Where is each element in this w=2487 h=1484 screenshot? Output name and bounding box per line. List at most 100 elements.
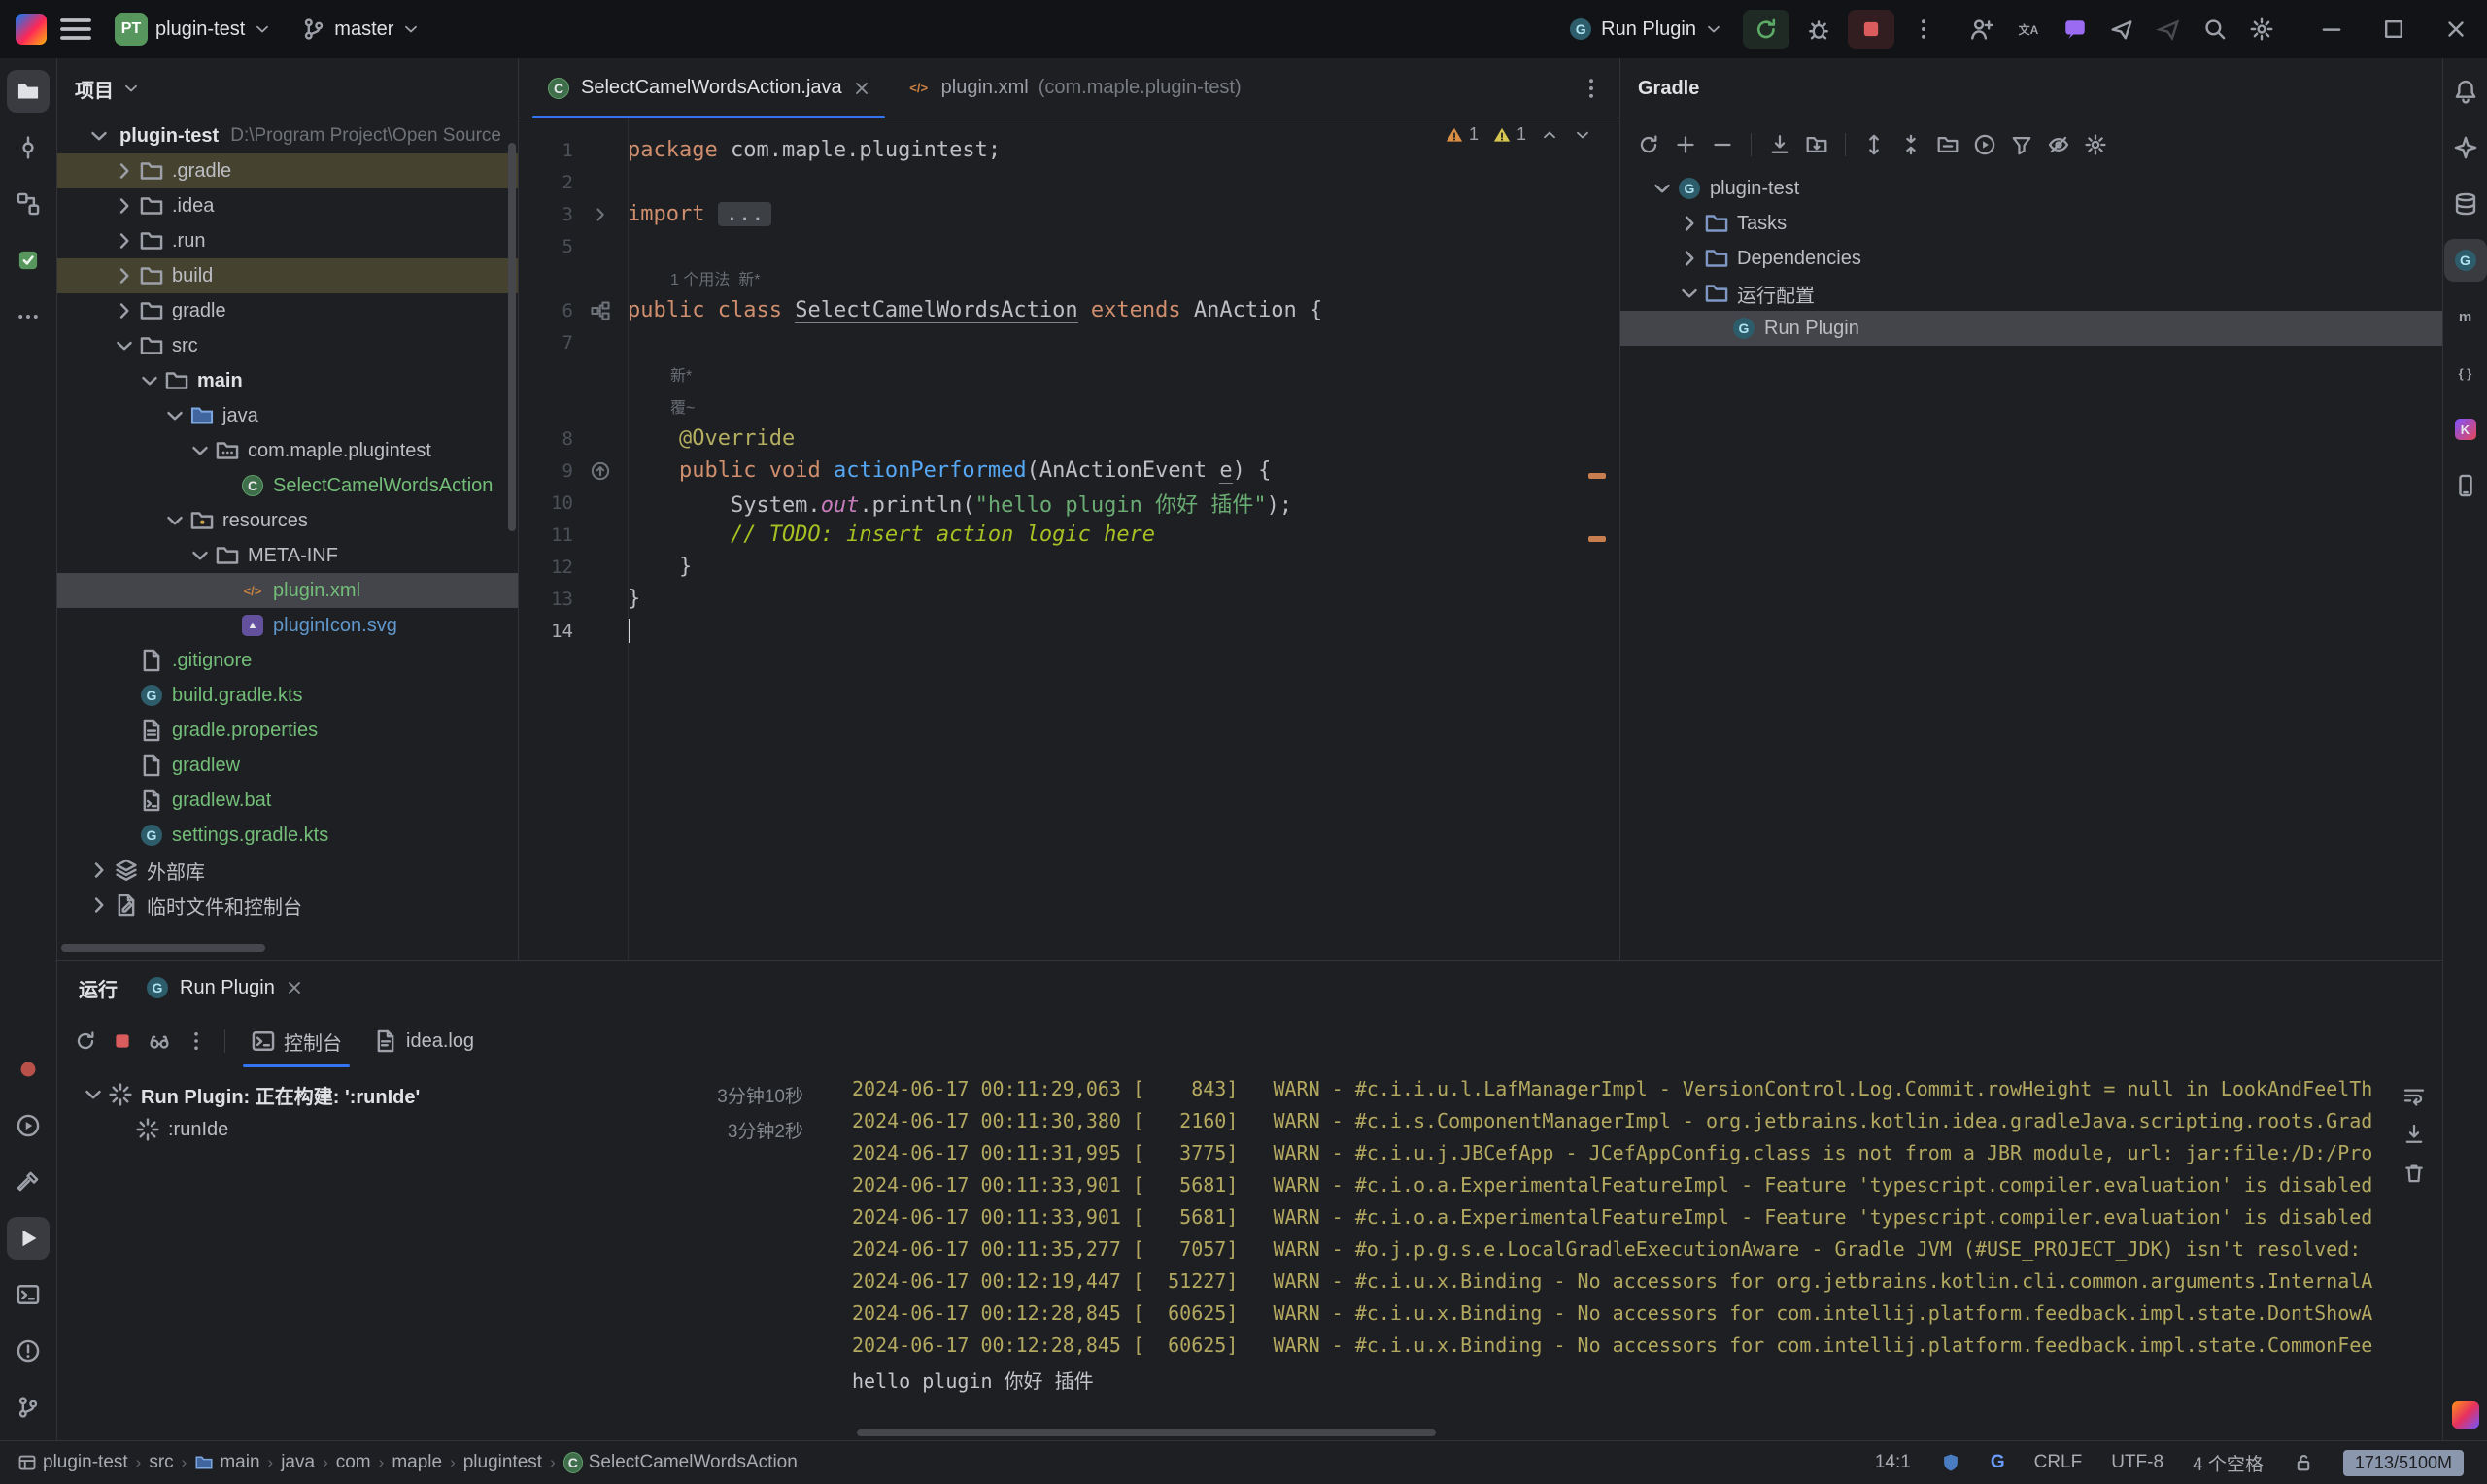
gradle-settings-button[interactable] — [2079, 128, 2112, 161]
analysis-mark[interactable] — [1588, 536, 1606, 542]
toolwindow-database-button[interactable] — [2444, 183, 2487, 225]
code-line-9[interactable]: 9 public void actionPerformed(AnActionEv… — [519, 455, 1619, 487]
gradle-item-plugin-test[interactable]: Gplugin-test — [1620, 171, 2442, 206]
toolwindow-gradle-button[interactable]: G — [2444, 239, 2487, 282]
caret-position[interactable]: 14:1 — [1875, 1452, 1911, 1473]
breadcrumb-selectcamelwordsaction[interactable]: CSelectCamelWordsAction — [563, 1452, 798, 1473]
branch-selector[interactable]: master — [291, 11, 430, 48]
project-item-gradlew[interactable]: gradlew — [57, 748, 518, 783]
toolwindow-commit-button[interactable] — [7, 126, 50, 169]
project-item-build-gradle-kts[interactable]: Gbuild.gradle.kts — [57, 678, 518, 713]
code-line-2[interactable]: 2 — [519, 166, 1619, 198]
main-menu-icon[interactable] — [56, 10, 95, 49]
toolwindow-device-manager-button[interactable] — [2444, 464, 2487, 507]
code-line-8[interactable]: 8 @Override — [519, 422, 1619, 455]
gradle-run-task-button[interactable] — [1968, 128, 2001, 161]
editor-tab-selectcamelwordsaction-java[interactable]: CSelectCamelWordsAction.java — [528, 58, 889, 118]
more-run-actions-button[interactable] — [1904, 10, 1943, 49]
run-button[interactable] — [1743, 10, 1789, 49]
project-item-pluginicon-svg[interactable]: ▲pluginIcon.svg — [57, 608, 518, 643]
breadcrumb-com[interactable]: com — [336, 1452, 371, 1473]
project-item-meta-inf[interactable]: META-INF — [57, 538, 518, 573]
code-line-10[interactable]: 10 System.out.println("hello plugin 你好 插… — [519, 487, 1619, 519]
gradle-filter-button[interactable] — [2005, 128, 2038, 161]
project-item-gradle[interactable]: gradle — [57, 293, 518, 328]
close-button[interactable] — [2425, 0, 2487, 58]
breadcrumb-plugintest[interactable]: plugintest — [463, 1452, 542, 1473]
project-item-resources[interactable]: resources — [57, 503, 518, 538]
code-line-12[interactable]: 12 } — [519, 551, 1619, 583]
project-vertical-scrollbar[interactable] — [508, 143, 516, 531]
status-shield-icon[interactable] — [1940, 1452, 1961, 1473]
gradle-expand-all-button[interactable] — [1857, 128, 1891, 161]
run-item-run-plugin-runide[interactable]: Run Plugin: 正在构建: ':runIde'3分钟10秒 — [57, 1077, 846, 1112]
project-selector[interactable]: PT plugin-test — [105, 7, 282, 51]
gradle-group-modules-button[interactable] — [1931, 128, 1964, 161]
gradle-sync-button[interactable] — [1632, 128, 1665, 161]
run-config-selector[interactable]: G Run Plugin — [1558, 11, 1733, 48]
indent-style[interactable]: 4 个空格 — [2193, 1450, 2264, 1476]
code-line-3[interactable]: 3import ... — [519, 198, 1619, 230]
project-item-selectcamelwordsaction[interactable]: CSelectCamelWordsAction — [57, 468, 518, 503]
gradle-attach-sources-button[interactable] — [1800, 128, 1833, 161]
breadcrumb-main[interactable]: main — [194, 1452, 259, 1473]
fold-icon[interactable] — [590, 204, 611, 225]
toolwindow-dependencies-button[interactable]: { } — [2444, 352, 2487, 394]
toolwindow-terminal-button[interactable] — [7, 1273, 50, 1316]
search-button[interactable] — [2196, 10, 2234, 49]
project-item-src[interactable]: src — [57, 328, 518, 363]
debug-button[interactable] — [1799, 10, 1838, 49]
translate-button[interactable]: 文A — [2009, 10, 2048, 49]
run-tab-run-plugin[interactable]: G Run Plugin — [139, 961, 310, 1015]
toolwindow-more-button[interactable] — [7, 295, 50, 338]
settings-button[interactable] — [2242, 10, 2281, 49]
code-line-6[interactable]: 6public class SelectCamelWordsAction ext… — [519, 294, 1619, 326]
project-item-main[interactable]: main — [57, 363, 518, 398]
stop-button[interactable] — [1848, 10, 1894, 49]
inspections-widget[interactable]: 11 — [1445, 124, 1592, 145]
maximize-button[interactable] — [2363, 0, 2425, 58]
view-tab-item[interactable]: 控制台 — [237, 1015, 356, 1067]
project-item-java[interactable]: java — [57, 398, 518, 433]
project-item-settings-gradle-kts[interactable]: Gsettings.gradle.kts — [57, 818, 518, 853]
gradle-item-dependencies[interactable]: Dependencies — [1620, 241, 2442, 276]
toolwindow-build-button[interactable] — [7, 1161, 50, 1203]
gradle-remove-button[interactable] — [1706, 128, 1739, 161]
toolwindow-run-button[interactable] — [7, 1217, 50, 1260]
inspection-warning-count[interactable]: 1 — [1492, 124, 1526, 145]
project-item-run[interactable]: .run — [57, 223, 518, 258]
previous-highlight-icon[interactable] — [1540, 125, 1559, 145]
line-separator[interactable]: CRLF — [2034, 1452, 2083, 1473]
run-rerun-button[interactable] — [69, 1025, 102, 1058]
toolwindow-problems-button[interactable] — [7, 1330, 50, 1372]
overriding-gutter-icon[interactable] — [590, 460, 611, 482]
project-item-gitignore[interactable]: .gitignore — [57, 643, 518, 678]
editor-tab-plugin-xml[interactable]: </>plugin.xml(com.maple.plugin-test) — [889, 58, 1259, 118]
project-panel-header[interactable]: 项目 — [57, 58, 518, 118]
share-button[interactable] — [2102, 10, 2141, 49]
close-tab-icon[interactable] — [852, 79, 871, 98]
gradle-item-run-plugin[interactable]: GRun Plugin — [1620, 311, 2442, 346]
project-item-item[interactable]: 临时文件和控制台 — [57, 888, 518, 923]
console-horizontal-scrollbar[interactable] — [857, 1429, 1436, 1436]
project-item-plugin-test[interactable]: plugin-testD:\Program Project\Open Sourc… — [57, 118, 518, 153]
project-item-idea[interactable]: .idea — [57, 188, 518, 223]
project-horizontal-scrollbar[interactable] — [61, 944, 265, 952]
code-line-11[interactable]: 11 // TODO: insert action logic here — [519, 519, 1619, 551]
next-highlight-icon[interactable] — [1573, 125, 1592, 145]
code-line-7[interactable]: 7 — [519, 326, 1619, 358]
lock-icon[interactable] — [2293, 1452, 2314, 1473]
breadcrumb-plugin-test[interactable]: plugin-test — [17, 1452, 128, 1473]
code-line-5[interactable]: 5 — [519, 230, 1619, 262]
minimize-button[interactable] — [2300, 0, 2363, 58]
console-scrollend-button[interactable] — [2398, 1118, 2431, 1151]
translate-status[interactable]: G — [1991, 1452, 2005, 1473]
analysis-mark[interactable] — [1588, 473, 1606, 479]
editor-options-icon[interactable] — [1579, 76, 1604, 101]
code-line-14[interactable]: 14 — [519, 615, 1619, 647]
jetbrains-logo[interactable] — [2452, 1401, 2479, 1429]
project-item-plugin-xml[interactable]: </>plugin.xml — [57, 573, 518, 608]
ai-chat-button[interactable] — [2056, 10, 2095, 49]
console-output[interactable]: 2024-06-17 00:11:29,063 [ 843] WARN - #c… — [846, 1077, 2442, 1440]
toolwindow-ai-assistant-button[interactable] — [2444, 126, 2487, 169]
